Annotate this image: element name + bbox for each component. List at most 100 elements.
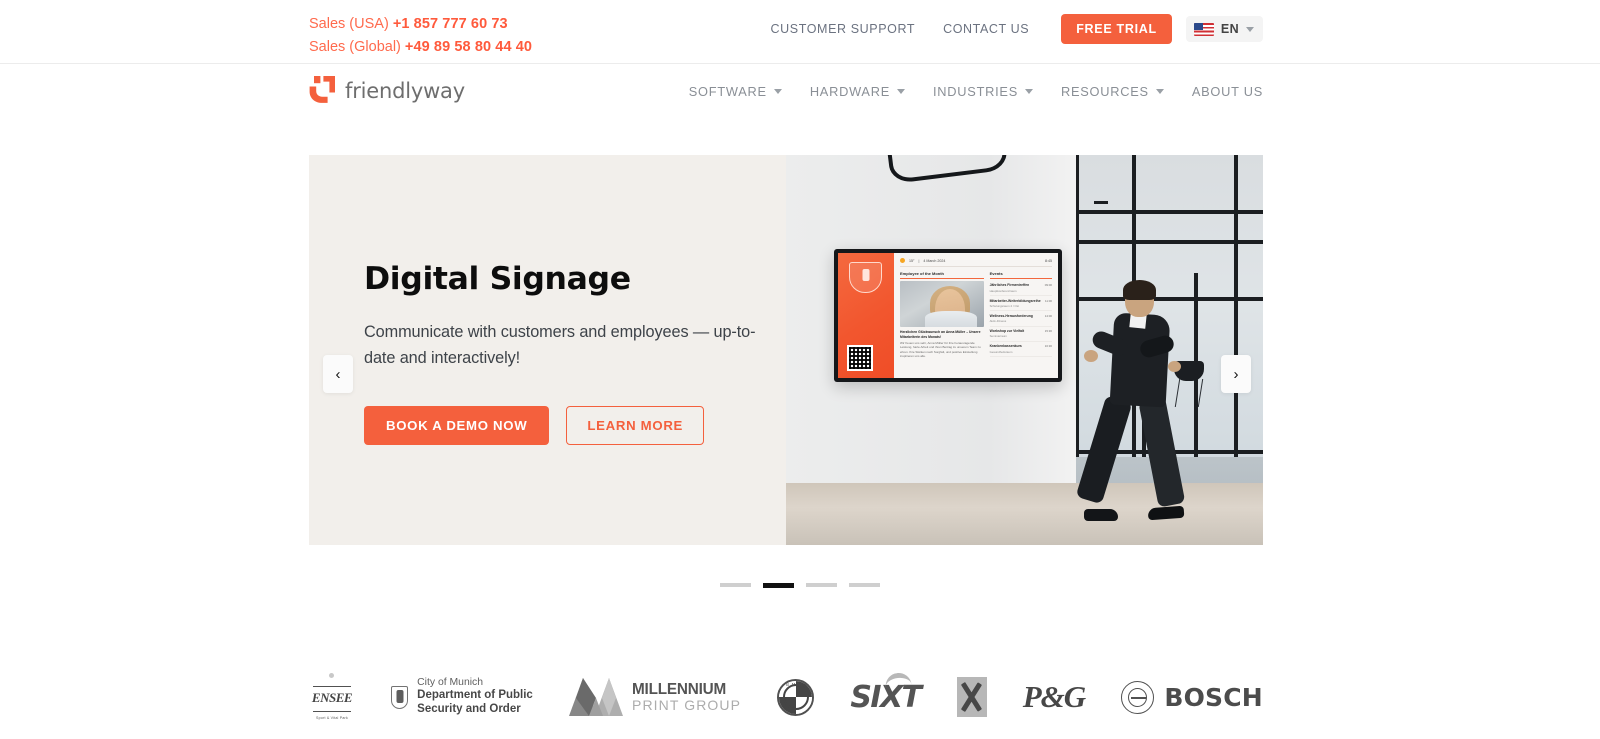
event-row: Mitarbeiter-Weiterbildungsreihe Schulung…: [989, 296, 1052, 312]
language-code: EN: [1220, 22, 1239, 36]
event-subtitle: Seminarraum: [989, 334, 1007, 339]
client-logo-millennium-print-group: MILLENNIUM PRINT GROUP: [569, 678, 741, 716]
hero-carousel: Digital Signage Communicate with custome…: [309, 155, 1263, 545]
millennium-m-icon: [569, 678, 623, 716]
hero-actions: BOOK A DEMO NOW LEARN MORE: [364, 406, 764, 445]
nav-item-resources[interactable]: RESOURCES: [1047, 84, 1178, 99]
bmw-wordmark: BMW: [786, 681, 806, 687]
event-subtitle: Schulungsraum 2 / Ost: [989, 303, 1019, 308]
chevron-down-icon: [1155, 89, 1164, 94]
sales-usa-line: Sales (USA) +1 857 777 60 73: [309, 13, 532, 36]
event-time: 11:00: [1044, 298, 1052, 303]
nav-label-software: SOFTWARE: [688, 84, 767, 99]
learn-more-button[interactable]: LEARN MORE: [566, 406, 705, 445]
signage-temperature: 15°: [909, 258, 915, 263]
main-header: friendlyway SOFTWARE HARDWARE INDUSTRIES…: [0, 64, 1600, 132]
sales-global-line: Sales (Global) +49 89 58 80 44 40: [309, 36, 532, 59]
signage-events-panel: Events Jährliches Firmentreffen Hauptkon…: [989, 271, 1052, 358]
event-row: Workshop zur Vielfalt Seminarraum 15:30: [989, 327, 1052, 342]
ensee-dot: [329, 673, 334, 678]
millennium-line-1: MILLENNIUM: [632, 680, 727, 698]
signage-sidebar: [838, 253, 894, 378]
link-customer-support[interactable]: CUSTOMER SUPPORT: [757, 22, 930, 36]
free-trial-button[interactable]: FREE TRIAL: [1061, 14, 1172, 44]
sales-global-number[interactable]: +49 89 58 80 44 40: [405, 39, 532, 55]
sixt-swoosh-icon: [884, 671, 912, 687]
carousel-dot-1[interactable]: [720, 583, 751, 587]
carousel-prev-button[interactable]: ‹: [323, 355, 353, 393]
client-logo-city-of-munich: City of Munich Department of Public Secu…: [391, 677, 533, 716]
utility-top-bar: Sales (USA) +1 857 777 60 73 Sales (Glob…: [0, 0, 1600, 64]
ensee-rule-bottom: [313, 710, 351, 712]
millennium-line-2: PRINT GROUP: [632, 696, 742, 713]
event-time: 16:30: [1044, 344, 1052, 349]
event-subtitle: Hauptkonferenzraum: [989, 288, 1017, 293]
shoe-front: [1147, 505, 1185, 521]
event-row: Wellness-Herausforderung Aktiv-Fitness 1…: [989, 311, 1052, 327]
chevron-down-icon: [1025, 89, 1033, 94]
friendlyway-smile-icon: [309, 76, 336, 106]
munich-shield-icon: [391, 685, 409, 709]
nav-item-industries[interactable]: INDUSTRIES: [919, 84, 1047, 99]
hand-back: [1084, 350, 1098, 362]
signage-time: 8:45: [1045, 258, 1052, 263]
client-logo-bosch: BOSCH: [1121, 680, 1263, 714]
client-logo-ensee: ENSEE Sport & Vital Park: [309, 671, 355, 723]
signage-divider: |: [918, 258, 920, 263]
hand-front: [1168, 361, 1181, 372]
signage-events-heading: Events: [989, 271, 1052, 279]
nav-label-industries: INDUSTRIES: [933, 84, 1018, 99]
ensee-wordmark: ENSEE: [311, 690, 353, 705]
employee-shirt: [925, 311, 978, 327]
chevron-down-icon: [773, 89, 782, 94]
nav-label-about-us: ABOUT US: [1191, 84, 1263, 99]
sales-usa-number[interactable]: +1 857 777 60 73: [393, 16, 508, 32]
chevron-down-icon: [897, 89, 905, 94]
language-selector[interactable]: EN: [1185, 16, 1263, 42]
sales-contacts: Sales (USA) +1 857 777 60 73 Sales (Glob…: [309, 13, 532, 59]
ensee-rule-top: [313, 686, 351, 688]
signage-date: 4 March 2024: [923, 258, 946, 263]
bosch-armature-icon: [1121, 680, 1155, 714]
hero-title: Digital Signage: [364, 261, 631, 297]
carousel-dot-3[interactable]: [806, 583, 837, 587]
book-a-demo-button[interactable]: BOOK A DEMO NOW: [364, 406, 550, 445]
munich-line-2: Department of Public: [417, 689, 533, 702]
carousel-next-button[interactable]: ›: [1221, 355, 1251, 393]
ensee-tagline: Sport & Vital Park: [316, 716, 348, 720]
event-row: Jährliches Firmentreffen Hauptkonferenzr…: [989, 281, 1052, 297]
hair: [1123, 280, 1156, 300]
nav-item-software[interactable]: SOFTWARE: [675, 84, 796, 99]
event-title: Krankenkassenkurs: [989, 344, 1022, 349]
event-title: Jährliches Firmentreffen: [989, 283, 1030, 288]
client-logo-pg: P&G: [1022, 679, 1086, 714]
sales-usa-label: Sales (USA): [309, 16, 389, 32]
signage-employee-panel: Employee of the Month Herzlichen Glückwu…: [900, 271, 984, 358]
sun-icon: [900, 258, 905, 263]
utility-links: CUSTOMER SUPPORT CONTACT US FREE TRIAL E…: [757, 14, 1263, 44]
bosch-wordmark: BOSCH: [1164, 682, 1263, 712]
nav-item-about-us[interactable]: ABOUT US: [1178, 84, 1263, 99]
digital-signage-display: 15° | 4 March 2024 8:45 Employee of the …: [834, 249, 1062, 382]
signage-employee-heading: Employee of the Month: [900, 271, 984, 279]
event-title: Wellness-Herausforderung: [989, 313, 1033, 318]
link-contact-us[interactable]: CONTACT US: [929, 22, 1043, 36]
carousel-dot-4[interactable]: [849, 583, 880, 587]
client-logo-kaufland: [956, 677, 987, 717]
shoe-back: [1084, 509, 1118, 521]
city-crest-icon: [849, 262, 882, 293]
logo[interactable]: friendlyway: [309, 76, 465, 106]
carousel-dot-2[interactable]: [763, 583, 794, 588]
briefcase-legs: [1174, 379, 1204, 407]
logo-text: friendlyway: [345, 79, 465, 103]
signage-caption-text: Wir freuen uns sehr, Anna Müller für ihr…: [900, 341, 981, 358]
hero-image: 15° | 4 March 2024 8:45 Employee of the …: [786, 155, 1263, 545]
nav-item-hardware[interactable]: HARDWARE: [796, 84, 919, 99]
primary-navigation: SOFTWARE HARDWARE INDUSTRIES RESOURCES A…: [675, 84, 1263, 99]
qr-code-icon: [847, 345, 873, 371]
signage-caption-title: Herzlichen Glückwunsch an Anna Müller – …: [900, 330, 981, 339]
chevron-down-icon: [1246, 26, 1254, 32]
event-title: Workshop zur Vielfalt: [989, 328, 1025, 333]
sales-global-label: Sales (Global): [309, 39, 401, 55]
nav-label-resources: RESOURCES: [1061, 84, 1149, 99]
